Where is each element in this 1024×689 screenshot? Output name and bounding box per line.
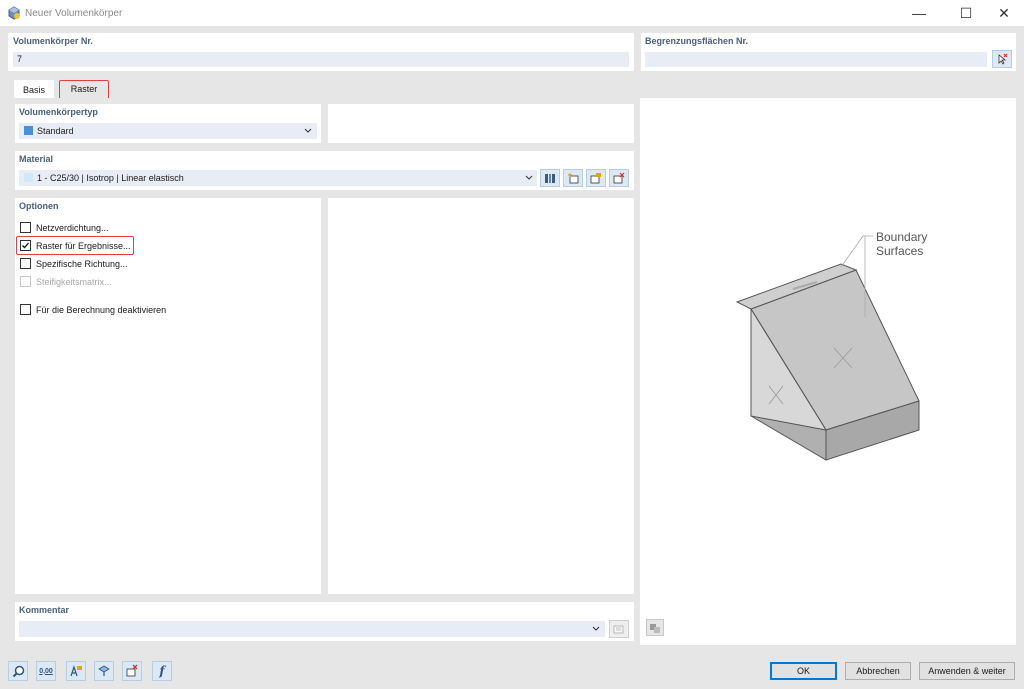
boundary-surfaces-label: Begrenzungsflächen Nr. [645, 36, 749, 46]
title-bar: Neuer Volumenkörper — ☐ ✕ [0, 0, 1024, 26]
solid-type-label: Volumenkörpertyp [19, 107, 98, 117]
comment-edit-button[interactable] [609, 620, 629, 638]
solid-number-value: 7 [17, 54, 23, 64]
app-icon [7, 6, 21, 20]
material-panel: Material 1 - C25/30 | Isotrop | Linear e… [15, 151, 634, 190]
preview-settings-icon [650, 623, 660, 633]
boundary-surfaces-panel: Begrenzungsflächen Nr. [641, 33, 1016, 71]
material-value: 1 - C25/30 | Isotrop | Linear elastisch [37, 173, 184, 183]
solid-type-color-swatch [24, 126, 33, 135]
search-icon [12, 665, 24, 677]
comment-panel: Kommentar [15, 602, 634, 641]
solid-type-panel: Volumenkörpertyp Standard [15, 104, 321, 143]
preview-annotation: Boundary Surfaces [876, 230, 927, 258]
options-label: Optionen [19, 201, 59, 211]
edit-item-icon [590, 173, 601, 184]
solid-number-panel: Volumenkörper Nr. 7 [8, 33, 634, 71]
footer: 0,00 f OK Abbrechen Anwenden & weiter [0, 652, 1024, 689]
edit-material-button[interactable] [586, 169, 606, 187]
option-deactivate[interactable]: Für die Berechnung deaktivieren [20, 304, 166, 315]
chevron-down-icon [304, 128, 312, 133]
pick-surfaces-button[interactable] [992, 50, 1012, 68]
chevron-down-icon [592, 626, 600, 631]
options-panel: Optionen Netzverdichtung... Raster für E… [15, 198, 321, 594]
apply-continue-button[interactable]: Anwenden & weiter [919, 662, 1015, 680]
view-icon [98, 665, 110, 676]
option-result-grid[interactable]: Raster für Ergebnisse... [20, 240, 131, 251]
view-button[interactable] [94, 661, 114, 681]
solid-preview-image [735, 235, 920, 461]
solid-type-side-panel [328, 104, 634, 143]
comment-dropdown[interactable] [19, 621, 605, 637]
annotation-line-1: Boundary [876, 230, 928, 244]
search-button[interactable] [8, 661, 28, 681]
delete-item-icon [613, 172, 625, 184]
pick-cursor-icon [998, 53, 1008, 65]
solid-number-field[interactable]: 7 [13, 52, 629, 67]
boundary-surfaces-value [645, 54, 649, 64]
deactivate-label: Für die Berechnung deaktivieren [36, 304, 167, 315]
option-specific-direction[interactable]: Spezifische Richtung... [20, 258, 128, 269]
delete-button[interactable] [122, 661, 142, 681]
annotation-line-2: Surfaces [876, 244, 924, 258]
boundary-surfaces-field[interactable] [645, 52, 987, 67]
close-button[interactable]: ✕ [981, 0, 1024, 26]
option-mesh-refinement[interactable]: Netzverdichtung... [20, 222, 109, 233]
option-stiffness-matrix: Steifigkeitsmatrix... [20, 276, 112, 287]
comment-label: Kommentar [19, 605, 70, 615]
material-color-swatch [24, 173, 33, 182]
mesh-refinement-checkbox[interactable] [20, 222, 31, 233]
solid-number-label: Volumenkörper Nr. [13, 36, 93, 46]
delete-material-button[interactable] [609, 169, 629, 187]
material-label: Material [19, 154, 54, 164]
units-icon [70, 665, 82, 677]
function-icon: f [159, 664, 165, 678]
specific-direction-label: Spezifische Richtung... [36, 258, 128, 269]
mesh-refinement-label: Netzverdichtung... [36, 222, 109, 233]
tab-raster-label: Raster [70, 84, 98, 94]
material-library-button[interactable] [540, 169, 560, 187]
units-button[interactable] [66, 661, 86, 681]
function-button[interactable]: f [152, 661, 172, 681]
new-material-button[interactable] [563, 169, 583, 187]
decimal-places-icon: 0,00 [39, 667, 53, 675]
tab-basis-label: Basis [22, 85, 45, 95]
checkmark-icon [22, 242, 29, 249]
result-grid-label: Raster für Ergebnisse... [36, 240, 131, 251]
minimize-button[interactable]: — [896, 0, 942, 26]
material-dropdown[interactable]: 1 - C25/30 | Isotrop | Linear elastisch [19, 170, 537, 186]
ok-button[interactable]: OK [770, 662, 837, 680]
deactivate-checkbox[interactable] [20, 304, 31, 315]
stiffness-matrix-checkbox [20, 276, 31, 287]
stiffness-matrix-label: Steifigkeitsmatrix... [36, 276, 112, 287]
decimal-places-button[interactable]: 0,00 [36, 661, 56, 681]
library-icon [545, 173, 555, 183]
cancel-button[interactable]: Abbrechen [845, 662, 911, 680]
delete-icon [126, 664, 138, 677]
tab-raster[interactable]: Raster [59, 80, 109, 99]
new-item-icon [568, 173, 579, 184]
solid-type-dropdown[interactable]: Standard [19, 123, 317, 139]
specific-direction-checkbox[interactable] [20, 258, 31, 269]
result-grid-checkbox[interactable] [20, 240, 31, 251]
window-title: Neuer Volumenkörper [25, 8, 123, 19]
tab-basis[interactable]: Basis [14, 80, 54, 99]
solid-type-value: Standard [37, 126, 74, 136]
chevron-down-icon [525, 175, 533, 180]
comment-edit-icon [613, 625, 624, 634]
preview-pane: Boundary Surfaces [641, 104, 1009, 640]
preview-options-button[interactable] [646, 619, 664, 636]
options-side-panel [328, 198, 634, 594]
